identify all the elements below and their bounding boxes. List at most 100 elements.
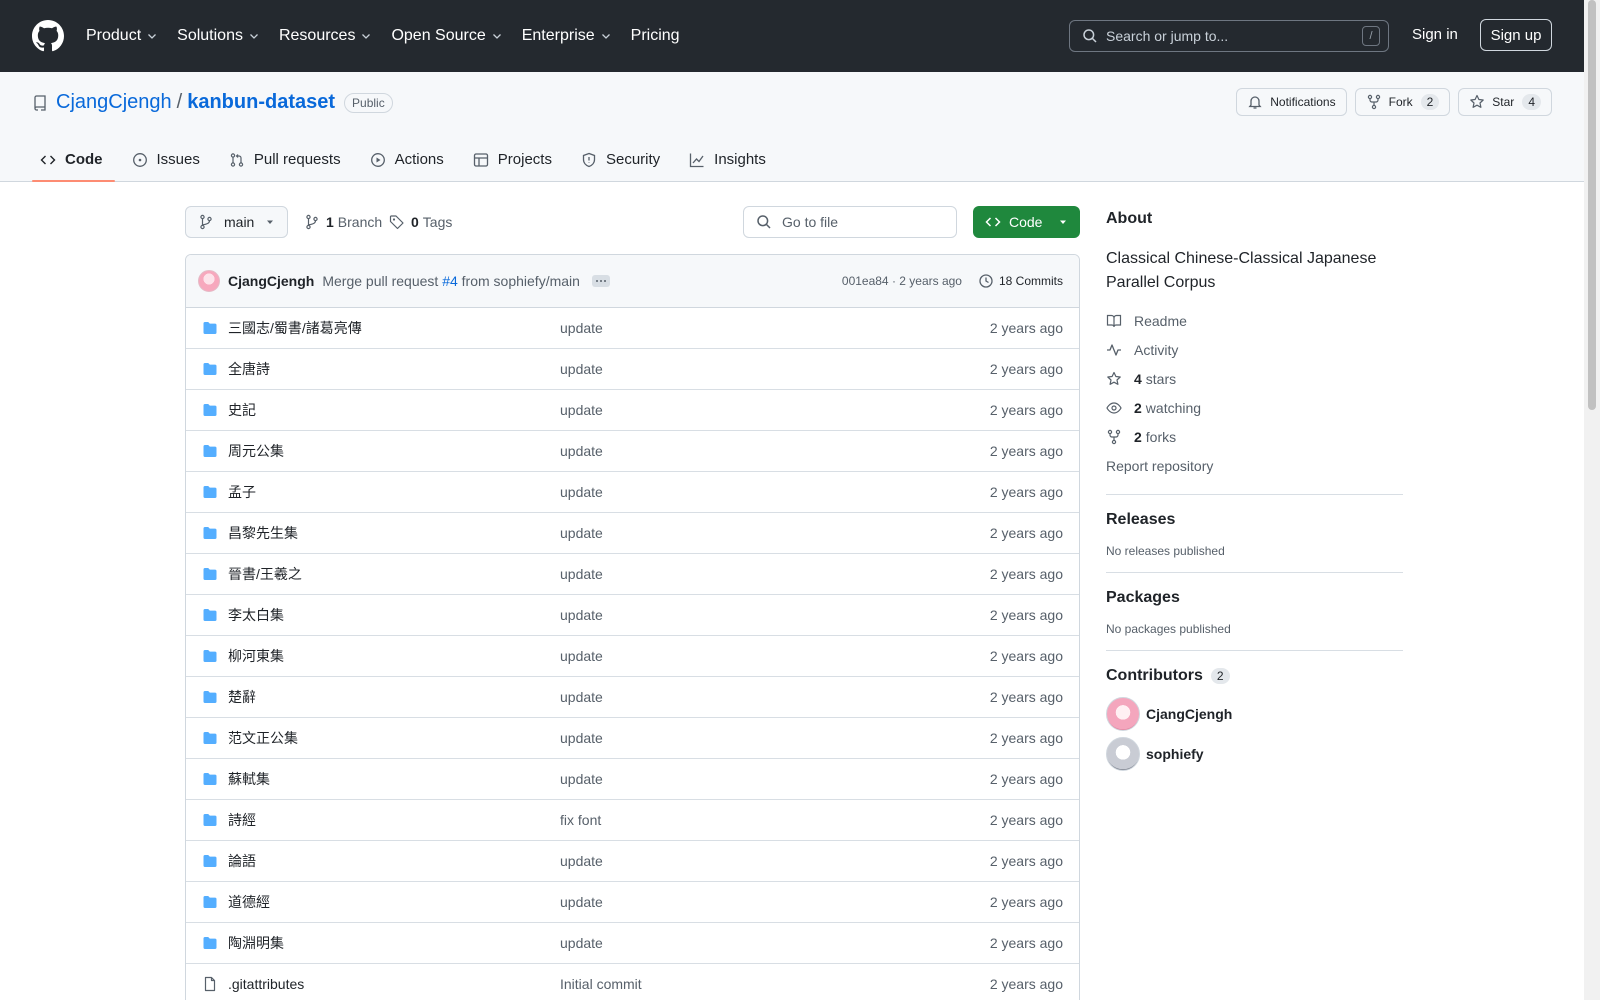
readme-link[interactable]: Readme (1106, 306, 1403, 335)
file-commit-message[interactable]: update (560, 648, 990, 664)
code-dropdown-button[interactable]: Code (973, 206, 1080, 238)
page-scrollbar[interactable] (1584, 0, 1600, 1000)
fork-button[interactable]: Fork 2 (1354, 88, 1451, 116)
commit-hash-time[interactable]: 001ea84 · 2 years ago (842, 274, 962, 288)
file-name-link[interactable]: 范文正公集 (228, 728, 560, 748)
file-name-link[interactable]: 三國志/蜀書/諸葛亮傳 (228, 318, 560, 338)
file-row[interactable]: 論語 update 2 years ago (186, 841, 1079, 882)
contributor-item[interactable]: CjangCjengh (1106, 697, 1403, 731)
nav-resources[interactable]: Resources (279, 27, 372, 45)
tab-projects[interactable]: Projects (465, 137, 564, 182)
file-row[interactable]: 周元公集 update 2 years ago (186, 431, 1079, 472)
file-commit-message[interactable]: update (560, 402, 990, 418)
file-name-link[interactable]: 周元公集 (228, 441, 560, 461)
tab-code[interactable]: Code (32, 137, 115, 182)
tab-issues[interactable]: Issues (124, 137, 212, 182)
file-commit-message[interactable]: Initial commit (560, 976, 990, 992)
file-name-link[interactable]: 全唐詩 (228, 359, 560, 379)
sign-in-link[interactable]: Sign in (1412, 26, 1458, 43)
file-name-link[interactable]: 晉書/王羲之 (228, 564, 560, 584)
file-row[interactable]: 柳河東集 update 2 years ago (186, 636, 1079, 677)
branches-link[interactable]: 1 Branch (304, 214, 382, 230)
tags-link[interactable]: 0 Tags (389, 214, 452, 230)
file-name-link[interactable]: 李太白集 (228, 605, 560, 625)
github-logo-icon[interactable] (32, 20, 64, 52)
file-name-link[interactable]: 史記 (228, 400, 560, 420)
repo-sidebar: About Classical Chinese-Classical Japane… (1106, 210, 1403, 771)
scrollbar-thumb[interactable] (1588, 0, 1596, 410)
branch-selector[interactable]: main (185, 206, 288, 238)
nav-open-source[interactable]: Open Source (391, 27, 502, 45)
file-row[interactable]: 三國志/蜀書/諸葛亮傳 update 2 years ago (186, 308, 1079, 349)
avatar[interactable] (198, 270, 220, 292)
commits-history-link[interactable]: 18 Commits (978, 273, 1063, 289)
file-name-link[interactable]: 昌黎先生集 (228, 523, 560, 543)
file-row[interactable]: 晉書/王羲之 update 2 years ago (186, 554, 1079, 595)
packages-heading[interactable]: Packages (1106, 589, 1403, 607)
report-repository-link[interactable]: Report repository (1106, 451, 1403, 480)
go-to-file-input[interactable]: Go to file (743, 206, 957, 238)
file-commit-message[interactable]: update (560, 361, 990, 377)
file-commit-message[interactable]: update (560, 730, 990, 746)
tab-security[interactable]: Security (573, 137, 672, 182)
file-name-link[interactable]: 詩經 (228, 810, 560, 830)
repo-name-link[interactable]: kanbun-dataset (187, 91, 335, 114)
repo-owner-link[interactable]: CjangCjengh (56, 91, 172, 114)
file-row[interactable]: 詩經 fix font 2 years ago (186, 800, 1079, 841)
file-commit-message[interactable]: update (560, 689, 990, 705)
sign-up-button[interactable]: Sign up (1480, 19, 1552, 51)
notifications-button[interactable]: Notifications (1236, 88, 1347, 116)
file-name-link[interactable]: 柳河東集 (228, 646, 560, 666)
global-search-input[interactable]: Search or jump to... / (1069, 20, 1389, 52)
commit-author-link[interactable]: CjangCjengh (228, 273, 314, 289)
tab-actions[interactable]: Actions (362, 137, 456, 182)
file-row[interactable]: 蘇軾集 update 2 years ago (186, 759, 1079, 800)
file-commit-message[interactable]: update (560, 607, 990, 623)
tab-insights[interactable]: Insights (681, 137, 778, 182)
contributor-item[interactable]: sophiefy (1106, 737, 1403, 771)
file-name-link[interactable]: 論語 (228, 851, 560, 871)
forks-link[interactable]: 2 forks (1106, 422, 1403, 451)
file-name-link[interactable]: 孟子 (228, 482, 560, 502)
file-row[interactable]: 全唐詩 update 2 years ago (186, 349, 1079, 390)
file-commit-message[interactable]: update (560, 525, 990, 541)
file-row[interactable]: 昌黎先生集 update 2 years ago (186, 513, 1079, 554)
contributors-heading[interactable]: Contributors 2 (1106, 667, 1403, 685)
file-row[interactable]: 道德經 update 2 years ago (186, 882, 1079, 923)
file-row[interactable]: .gitattributes Initial commit 2 years ago (186, 964, 1079, 1000)
nav-solutions[interactable]: Solutions (177, 27, 260, 45)
file-commit-message[interactable]: update (560, 894, 990, 910)
stars-link[interactable]: 4 stars (1106, 364, 1403, 393)
tab-pull-requests[interactable]: Pull requests (221, 137, 353, 182)
file-row[interactable]: 陶淵明集 update 2 years ago (186, 923, 1079, 964)
file-commit-message[interactable]: fix font (560, 812, 990, 828)
branch-name: main (224, 214, 255, 230)
nav-product[interactable]: Product (86, 27, 158, 45)
nav-enterprise[interactable]: Enterprise (522, 27, 612, 45)
commit-pr-link[interactable]: #4 (442, 273, 458, 289)
file-commit-message[interactable]: update (560, 935, 990, 951)
file-row[interactable]: 孟子 update 2 years ago (186, 472, 1079, 513)
expand-commit-button[interactable] (591, 275, 610, 287)
nav-product-label: Product (86, 27, 142, 44)
activity-link[interactable]: Activity (1106, 335, 1403, 364)
file-commit-message[interactable]: update (560, 443, 990, 459)
file-row[interactable]: 范文正公集 update 2 years ago (186, 718, 1079, 759)
file-row[interactable]: 李太白集 update 2 years ago (186, 595, 1079, 636)
file-name-link[interactable]: 陶淵明集 (228, 933, 560, 953)
file-commit-message[interactable]: update (560, 853, 990, 869)
file-row[interactable]: 楚辭 update 2 years ago (186, 677, 1079, 718)
file-commit-message[interactable]: update (560, 320, 990, 336)
file-name-link[interactable]: 道德經 (228, 892, 560, 912)
nav-pricing[interactable]: Pricing (631, 27, 680, 45)
file-commit-message[interactable]: update (560, 484, 990, 500)
file-name-link[interactable]: 楚辭 (228, 687, 560, 707)
star-button[interactable]: Star 4 (1458, 88, 1552, 116)
releases-heading[interactable]: Releases (1106, 511, 1403, 529)
file-name-link[interactable]: 蘇軾集 (228, 769, 560, 789)
file-name-link[interactable]: .gitattributes (228, 976, 560, 992)
file-commit-message[interactable]: update (560, 771, 990, 787)
file-row[interactable]: 史記 update 2 years ago (186, 390, 1079, 431)
watching-link[interactable]: 2 watching (1106, 393, 1403, 422)
file-commit-message[interactable]: update (560, 566, 990, 582)
